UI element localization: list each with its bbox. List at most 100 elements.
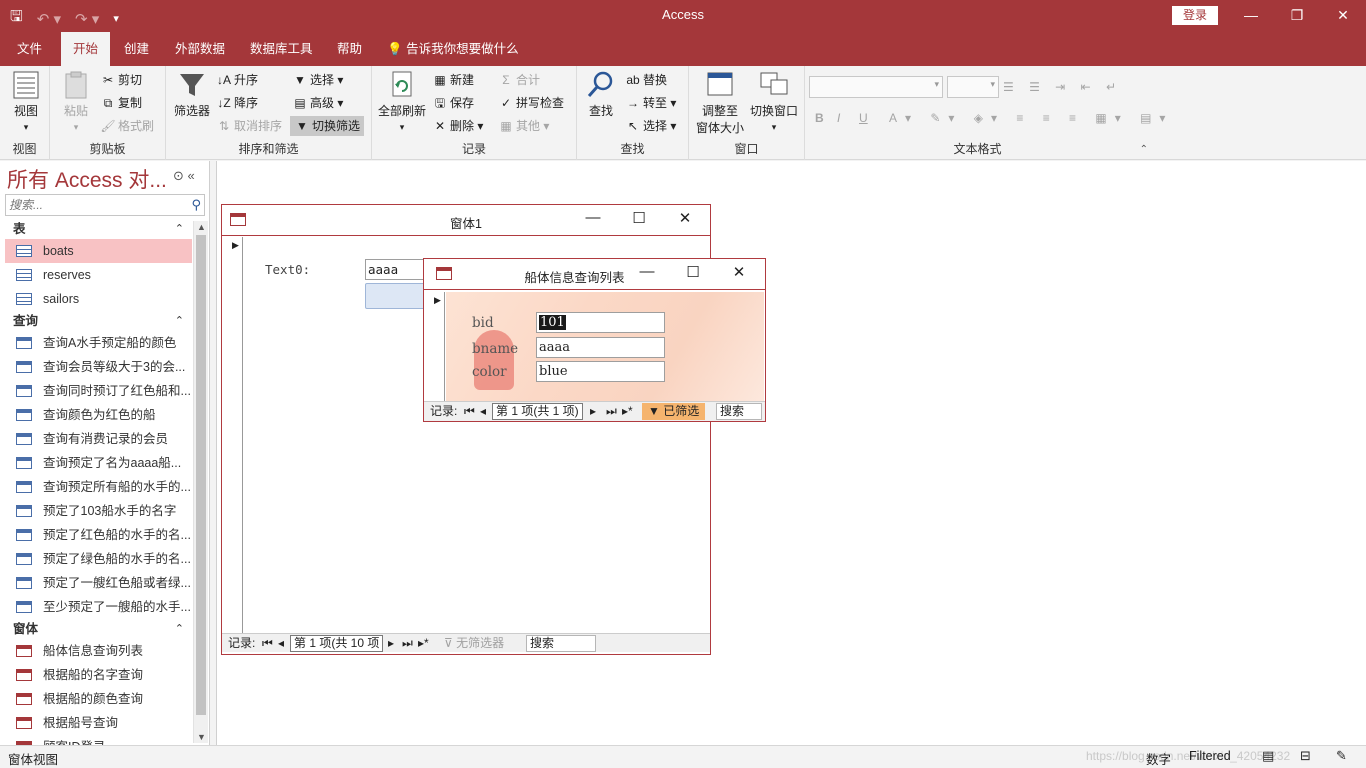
- nav-item-query[interactable]: 查询有消费记录的会员: [5, 427, 192, 451]
- advanced-filter-button[interactable]: ▤ 高级 ▾: [292, 93, 343, 113]
- nav-item-query[interactable]: 查询预定了名为aaaa船...: [5, 451, 192, 475]
- nav-item-query[interactable]: 预定了绿色船的水手的名...: [5, 547, 192, 571]
- form1-close-icon[interactable]: ✕: [670, 209, 700, 227]
- nav-search-box[interactable]: ⚲: [5, 194, 205, 216]
- tab-database-tools[interactable]: 数据库工具: [238, 32, 325, 66]
- record-search-box[interactable]: 搜索: [716, 403, 762, 420]
- nav-item-query[interactable]: 查询会员等级大于3的会...: [5, 355, 192, 379]
- record-position[interactable]: 第 1 项(共 1 项): [492, 403, 583, 420]
- nav-menu-icon[interactable]: ⊙: [173, 168, 184, 183]
- first-record-icon[interactable]: ⏮: [262, 634, 273, 652]
- nav-section-query[interactable]: 查询 ⌃: [5, 311, 192, 331]
- scroll-down-icon[interactable]: ▼: [194, 732, 209, 742]
- save-record-button[interactable]: 🖫 保存: [432, 93, 474, 113]
- nav-item-table[interactable]: reserves: [5, 263, 192, 287]
- form2-record-selector[interactable]: ▶: [431, 292, 445, 401]
- tell-me-box[interactable]: 💡 告诉我你想要做什么: [375, 32, 531, 66]
- login-button[interactable]: 登录: [1172, 6, 1218, 25]
- form2-maximize-icon[interactable]: ☐: [678, 263, 708, 281]
- nav-item-table[interactable]: boats: [5, 239, 192, 263]
- text0-field[interactable]: aaaa: [365, 259, 429, 280]
- section-collapse-icon[interactable]: ⌃: [175, 219, 184, 239]
- section-collapse-icon[interactable]: ⌃: [175, 311, 184, 331]
- form1-record-selector[interactable]: ▶: [229, 237, 243, 633]
- italic-button[interactable]: I: [837, 108, 840, 128]
- tab-create[interactable]: 创建: [112, 32, 161, 66]
- form1-maximize-icon[interactable]: ☐: [624, 209, 654, 227]
- nav-item-query[interactable]: 预定了红色船的水手的名...: [5, 523, 192, 547]
- field-input-bname[interactable]: aaaa: [536, 337, 665, 358]
- format-painter-button[interactable]: 🖌 格式刷: [100, 116, 154, 136]
- nav-item-form[interactable]: 船体信息查询列表: [5, 639, 192, 663]
- list-buttons[interactable]: ☰ ☰ ⇥ ⇤ ↵: [1003, 77, 1122, 97]
- next-record-icon[interactable]: ▸: [590, 402, 596, 420]
- last-record-icon[interactable]: ⏭: [402, 634, 413, 652]
- more-button[interactable]: ▦ 其他 ▾: [498, 116, 549, 136]
- design-view-icon[interactable]: ✎: [1336, 748, 1347, 764]
- tab-file[interactable]: 文件: [5, 32, 54, 66]
- nav-item-query[interactable]: 查询颜色为红色的船: [5, 403, 192, 427]
- form-view-icon[interactable]: ▤: [1262, 748, 1274, 764]
- tab-help[interactable]: 帮助: [325, 32, 374, 66]
- sort-ascending-button[interactable]: ↓A 升序: [216, 70, 258, 90]
- tab-home[interactable]: 开始: [61, 32, 111, 66]
- record-position[interactable]: 第 1 项(共 10 项: [290, 635, 384, 652]
- remove-sort-button[interactable]: ⇅ 取消排序: [216, 116, 282, 136]
- minimize-icon[interactable]: —: [1228, 0, 1274, 32]
- scroll-thumb[interactable]: [196, 235, 206, 715]
- field-input-bid[interactable]: 101: [536, 312, 665, 333]
- replace-button[interactable]: ab 替换: [625, 70, 667, 90]
- nav-item-form[interactable]: 根据船的颜色查询: [5, 687, 192, 711]
- nav-item-query[interactable]: 查询同时预订了红色船和...: [5, 379, 192, 403]
- nav-item-form[interactable]: 根据船的名字查询: [5, 663, 192, 687]
- switch-windows-button[interactable]: 切换窗口 ▾: [747, 70, 801, 133]
- view-button[interactable]: 视图 ▾: [8, 70, 44, 133]
- toggle-filter-button[interactable]: ▼ 切换筛选: [290, 116, 365, 136]
- delete-record-button[interactable]: ✕ 删除 ▾: [432, 116, 483, 136]
- filter-button[interactable]: 筛选器: [172, 70, 212, 119]
- sort-descending-button[interactable]: ↓Z 降序: [216, 93, 258, 113]
- nav-section-form[interactable]: 窗体 ⌃: [5, 619, 192, 639]
- nav-pane-title[interactable]: 所有 Access 对...: [7, 164, 167, 194]
- scroll-up-icon[interactable]: ▲: [194, 222, 209, 232]
- prev-record-icon[interactable]: ◂: [278, 634, 284, 652]
- cut-button[interactable]: ✂ 剪切: [100, 70, 142, 90]
- nav-scrollbar[interactable]: ▲ ▼: [193, 221, 208, 743]
- nav-section-table[interactable]: 表 ⌃: [5, 219, 192, 239]
- prev-record-icon[interactable]: ◂: [480, 402, 486, 420]
- close-icon[interactable]: ✕: [1320, 0, 1366, 32]
- font-size-box[interactable]: ▾: [947, 76, 999, 98]
- nav-search-input[interactable]: [6, 195, 184, 215]
- new-record-icon[interactable]: ▸*: [418, 634, 429, 652]
- goto-button[interactable]: → 转至 ▾: [625, 93, 676, 113]
- section-collapse-icon[interactable]: ⌃: [175, 619, 184, 639]
- nav-item-query[interactable]: 查询A水手预定船的颜色: [5, 331, 192, 355]
- new-record-icon[interactable]: ▸*: [622, 402, 633, 420]
- new-record-button[interactable]: ▦ 新建: [432, 70, 474, 90]
- form1-titlebar[interactable]: 窗体1 — ☐ ✕: [222, 205, 710, 236]
- record-search-box[interactable]: 搜索: [526, 635, 596, 652]
- nav-item-form[interactable]: 顾客ID登录: [5, 735, 192, 745]
- form2-close-icon[interactable]: ✕: [724, 263, 754, 281]
- spelling-button[interactable]: ✓ 拼写检查: [498, 93, 564, 113]
- underline-button[interactable]: U: [859, 108, 868, 128]
- layout-view-icon[interactable]: ⊟: [1300, 748, 1311, 764]
- next-record-icon[interactable]: ▸: [388, 634, 394, 652]
- nav-item-query[interactable]: 至少预定了一艘船的水手...: [5, 595, 192, 619]
- bold-button[interactable]: B: [815, 108, 824, 128]
- paste-button[interactable]: 粘贴 ▾: [58, 70, 94, 133]
- filter-status[interactable]: ▼ 已筛选: [642, 403, 706, 420]
- nav-item-query[interactable]: 预定了103船水手的名字: [5, 499, 192, 523]
- refresh-all-button[interactable]: 全部刷新 ▾: [376, 70, 428, 133]
- form1-minimize-icon[interactable]: —: [578, 209, 608, 226]
- size-to-fit-button[interactable]: 调整至 窗体大小: [693, 70, 747, 136]
- last-record-icon[interactable]: ⏭: [606, 402, 617, 420]
- nav-item-query[interactable]: 查询预定所有船的水手的...: [5, 475, 192, 499]
- select-button[interactable]: ↖ 选择 ▾: [625, 116, 676, 136]
- totals-button[interactable]: Σ 合计: [498, 70, 540, 90]
- copy-button[interactable]: ⧉ 复制: [100, 93, 142, 113]
- collapse-ribbon-icon[interactable]: ⌃: [1140, 144, 1148, 155]
- nav-item-query[interactable]: 预定了一艘红色船或者绿...: [5, 571, 192, 595]
- form1-command-button[interactable]: [365, 283, 429, 309]
- form2-titlebar[interactable]: 船体信息查询列表 — ☐ ✕: [424, 259, 765, 290]
